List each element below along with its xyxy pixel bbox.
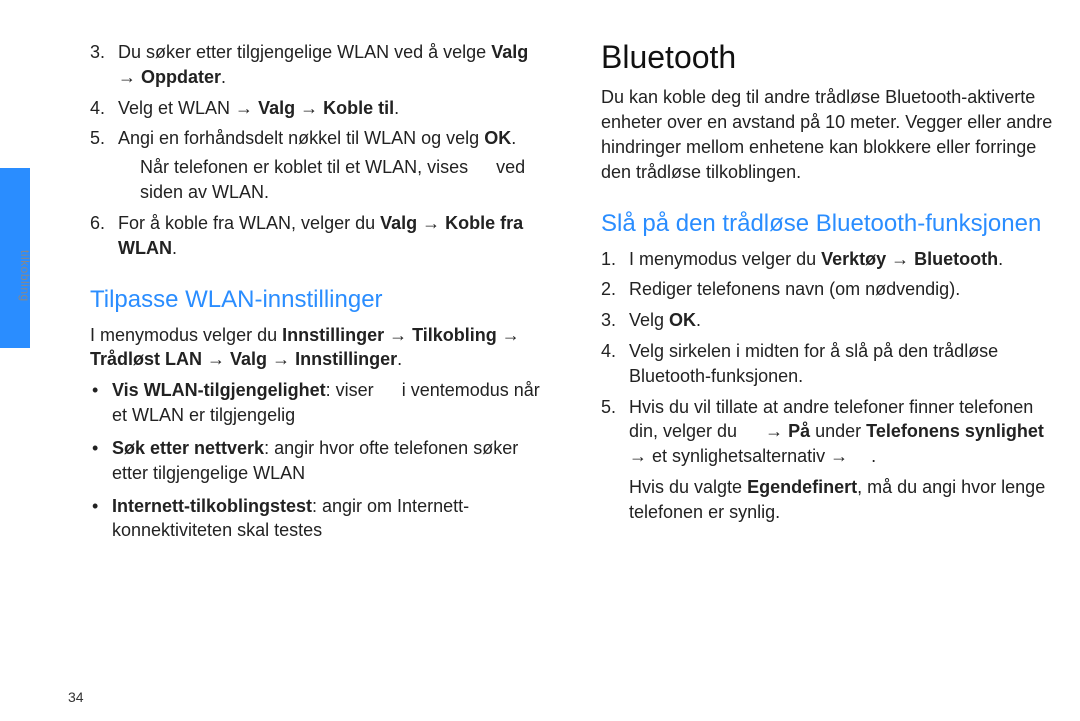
bold: Søk etter nettverk — [112, 438, 264, 458]
bold: Oppdater — [141, 67, 221, 87]
bt-step-3: Velg OK. — [601, 308, 1060, 333]
bold: Verktøy — [821, 249, 886, 269]
text: For å koble fra WLAN, velger du — [118, 213, 380, 233]
text: Velg — [629, 310, 669, 330]
bold: Koble til — [323, 98, 394, 118]
bold: Innstillinger — [282, 325, 384, 345]
side-tab-label: tilkobling — [18, 250, 32, 302]
arrow: → — [267, 349, 295, 369]
wlan-step-3: Du søker etter tilgjengelige WLAN ved å … — [90, 40, 549, 90]
wlan-availability-icon — [379, 382, 397, 396]
wlan-settings-path: I menymodus velger du Innstillinger → Ti… — [90, 323, 549, 373]
text: Velg sirkelen i midten for å slå på den … — [629, 341, 998, 386]
text: . — [696, 310, 701, 330]
page-number: 34 — [68, 689, 84, 705]
arrow: → — [202, 349, 230, 369]
heading-tilpasse-wlan: Tilpasse WLAN-innstillinger — [90, 285, 549, 315]
bold: Vis WLAN-tilgjengelighet — [112, 380, 326, 400]
heading-bluetooth: Bluetooth — [601, 40, 1060, 75]
arrow: → — [497, 325, 520, 345]
text: . — [221, 67, 226, 87]
bold: Trådløst LAN — [90, 349, 202, 369]
bold: Tilkobling — [412, 325, 497, 345]
text: . — [511, 128, 516, 148]
bold: Bluetooth — [914, 249, 998, 269]
bt-step-5: Hvis du vil tillate at andre telefoner f… — [601, 395, 1060, 469]
heading-sla-pa-bluetooth: Slå på den trådløse Bluetooth-funksjonen — [601, 209, 1060, 239]
arrow: → — [417, 213, 445, 233]
text: Hvis du valgte — [629, 477, 747, 497]
arrow: → — [118, 67, 141, 87]
bold: På — [788, 421, 810, 441]
text: . — [397, 349, 402, 369]
bold: Valg — [491, 42, 528, 62]
text: . — [871, 446, 876, 466]
text: Angi en forhåndsdelt nøkkel til WLAN og … — [118, 128, 484, 148]
arrow: → — [295, 98, 323, 118]
page-content: Du søker etter tilgjengelige WLAN ved å … — [60, 40, 1060, 700]
text: Rediger telefonens navn (om nødvendig). — [629, 279, 960, 299]
text: et synlighetsalternativ → — [652, 446, 853, 466]
text: I menymodus velger du — [629, 249, 821, 269]
text: I menymodus velger du — [90, 325, 282, 345]
bluetooth-steps-list: I menymodus velger du Verktøy → Bluetoot… — [601, 247, 1060, 470]
wlan-step-6: For å koble fra WLAN, velger du Valg → K… — [90, 211, 549, 261]
bullet-internett-test: Internett-tilkoblingstest: angir om Inte… — [90, 494, 549, 544]
bold: OK — [484, 128, 511, 148]
arrow: → — [384, 325, 412, 345]
confirm-icon — [853, 448, 871, 462]
wlan-status-icon — [473, 159, 491, 173]
wlan-settings-bullets: Vis WLAN-tilgjengelighet: viser i ventem… — [90, 378, 549, 543]
text: Velg et WLAN → — [118, 98, 258, 118]
arrow: → — [886, 249, 914, 269]
bold: Valg — [258, 98, 295, 118]
text: . — [998, 249, 1003, 269]
arrow: → — [629, 446, 652, 466]
side-tab — [0, 0, 30, 721]
wlan-step-5: Angi en forhåndsdelt nøkkel til WLAN og … — [90, 126, 549, 204]
options-icon — [742, 423, 760, 437]
bold: Valg — [380, 213, 417, 233]
text: Når telefonen er koblet til et WLAN, vis… — [140, 157, 473, 177]
right-column: Bluetooth Du kan koble deg til andre trå… — [601, 40, 1060, 700]
bullet-vis-wlan: Vis WLAN-tilgjengelighet: viser i ventem… — [90, 378, 549, 428]
bold: Innstillinger — [295, 349, 397, 369]
bt-step-1: I menymodus velger du Verktøy → Bluetoot… — [601, 247, 1060, 272]
bold: Valg — [230, 349, 267, 369]
bold: Telefonens synlighet — [866, 421, 1044, 441]
text: . — [172, 238, 177, 258]
wlan-steps-list: Du søker etter tilgjengelige WLAN ved å … — [90, 40, 549, 261]
bold: OK — [669, 310, 696, 330]
wlan-step-4: Velg et WLAN → Valg → Koble til. — [90, 96, 549, 121]
text: under — [810, 421, 866, 441]
text: : viser — [326, 380, 379, 400]
bt-tail-note: Hvis du valgte Egendefinert, må du angi … — [601, 475, 1060, 525]
text: . — [394, 98, 399, 118]
arrow: → — [760, 421, 788, 441]
bold: Internett-tilkoblingstest — [112, 496, 312, 516]
wlan-step-5-note: Når telefonen er koblet til et WLAN, vis… — [118, 155, 549, 205]
bt-step-2: Rediger telefonens navn (om nødvendig). — [601, 277, 1060, 302]
bluetooth-intro: Du kan koble deg til andre trådløse Blue… — [601, 85, 1060, 184]
bullet-sok-nettverk: Søk etter nettverk: angir hvor ofte tele… — [90, 436, 549, 486]
left-column: Du søker etter tilgjengelige WLAN ved å … — [60, 40, 549, 700]
bt-step-4: Velg sirkelen i midten for å slå på den … — [601, 339, 1060, 389]
bold: Egendefinert — [747, 477, 857, 497]
text: Du søker etter tilgjengelige WLAN ved å … — [118, 42, 491, 62]
